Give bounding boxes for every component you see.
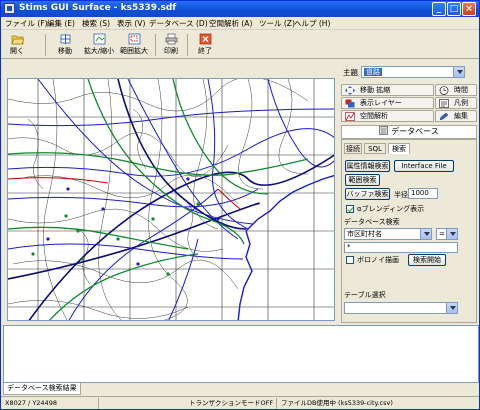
exit-icon — [199, 33, 211, 45]
range-search-button[interactable]: 範囲検索 — [345, 174, 380, 186]
close-button[interactable]: × — [462, 2, 476, 16]
maximize-button[interactable]: □ — [447, 2, 461, 16]
subtab-search[interactable]: 検索 — [388, 143, 410, 154]
menu-file[interactable]: ファイル (F) — [5, 18, 48, 29]
status-coords: X8027 / Y24498 — [3, 398, 99, 409]
radius-input[interactable]: 1000 — [408, 188, 438, 199]
radius-label: 半径 — [394, 191, 408, 199]
move-arrows-icon — [345, 86, 355, 95]
menu-tools[interactable]: ツール (Z) — [259, 18, 295, 29]
tab-spatial-analysis-label: 空間解析 — [360, 112, 388, 120]
database-panel: 接続 SQL 検索 属性情報検索 Interface File 範囲検索 バッフ… — [341, 139, 477, 323]
folder-open-icon — [10, 35, 24, 45]
subtab-connect[interactable]: 接続 — [344, 143, 362, 154]
minimize-button[interactable]: _ — [432, 2, 446, 16]
voronoi-label: ボロノイ描画 — [357, 256, 399, 264]
menu-edit[interactable]: 編集 (E) — [47, 18, 75, 29]
table-select-label: テーブル選択 — [344, 291, 386, 299]
window-title: Stims GUI Surface - ks5339.sdf — [19, 3, 177, 13]
subtab-sql[interactable]: SQL — [364, 143, 386, 154]
analysis-icon — [345, 112, 355, 121]
move-icon — [60, 34, 70, 44]
chevron-down-icon — [446, 303, 457, 313]
status-transaction: トランザクションモードOFF — [187, 398, 277, 409]
theme-label: 主題 — [343, 68, 358, 77]
menu-view[interactable]: 表示 (V) — [117, 18, 145, 29]
app-icon — [4, 3, 15, 14]
toolbar: 開く 移動 拡大/縮小 範囲拡大 印刷 終了 — [1, 31, 479, 59]
operator-select-value: = — [439, 230, 445, 238]
tab-layer-display[interactable]: 表示レイヤー — [341, 97, 434, 109]
menu-help[interactable]: ヘルプ (H) — [294, 18, 330, 29]
tab-edit[interactable]: 編集 — [435, 110, 477, 122]
tab-layer-display-label: 表示レイヤー — [360, 99, 402, 107]
tab-db-search-results[interactable]: データベース検索結果 — [3, 383, 81, 395]
chevron-down-icon — [453, 67, 464, 77]
status-filedb: ファイルDB使用中 (ks5339-city.csv) — [281, 399, 393, 407]
tab-spatial-analysis[interactable]: 空間解析 — [341, 110, 434, 122]
tab-time[interactable]: 時間 — [435, 84, 477, 96]
open-label: 開く — [10, 47, 24, 55]
range-zoom-icon — [128, 33, 140, 45]
alpha-blend-label: αブレンディング表示 — [357, 205, 425, 213]
operator-select[interactable]: = — [436, 228, 458, 240]
tab-legend[interactable]: 凡例 — [435, 97, 477, 109]
theme-select[interactable]: 道路 — [361, 66, 465, 78]
tab-legend-label: 凡例 — [454, 99, 468, 107]
print-button[interactable]: 印刷 — [161, 33, 181, 57]
layers-icon — [345, 99, 355, 108]
tab-edit-label: 編集 — [454, 112, 468, 120]
field-select-value: 市区町村名 — [347, 230, 382, 238]
move-button[interactable]: 移動 — [55, 33, 75, 57]
move-label: 移動 — [58, 47, 72, 55]
search-value-input[interactable]: * — [344, 242, 458, 253]
table-select[interactable] — [344, 302, 458, 314]
app-window: Stims GUI Surface - ks5339.sdf _ □ × ファイ… — [0, 0, 480, 410]
right-panel: 主題 道路 移動 拡縮 時間 表示レイヤー 凡例 空間解析 編集 データベース … — [339, 61, 479, 323]
tab-move-zoom[interactable]: 移動 拡縮 — [341, 84, 434, 96]
db-search-label: データベース検索 — [344, 218, 400, 226]
clock-icon — [439, 86, 449, 95]
map-canvas[interactable] — [8, 79, 335, 321]
toolbar-separator — [45, 34, 46, 56]
voronoi-checkbox[interactable] — [346, 256, 354, 264]
range-zoom-label: 範囲拡大 — [120, 47, 148, 55]
interface-file-button[interactable]: Interface File — [394, 160, 454, 172]
menu-bar: ファイル (F) 編集 (E) 検索 (S) 表示 (V) データベース (D)… — [1, 17, 479, 30]
pencil-icon — [439, 112, 449, 121]
menu-spatial-analysis[interactable]: 空間解析 (A) — [209, 18, 252, 29]
open-button[interactable]: 開く — [7, 33, 27, 57]
chevron-down-icon — [446, 229, 457, 239]
tab-time-label: 時間 — [454, 86, 468, 94]
theme-select-value: 道路 — [364, 68, 382, 76]
title-bar[interactable]: Stims GUI Surface - ks5339.sdf _ □ × — [1, 1, 479, 17]
field-select[interactable]: 市区町村名 — [344, 228, 432, 240]
database-header: データベース — [341, 125, 477, 139]
toolbar-separator — [155, 34, 156, 56]
exit-label: 終了 — [198, 47, 212, 55]
menu-search[interactable]: 検索 (S) — [82, 18, 110, 29]
exec-search-button[interactable]: 検索開始 — [408, 254, 446, 266]
toolbar-separator — [187, 34, 188, 56]
zoom-button[interactable]: 拡大/縮小 — [81, 33, 117, 57]
tab-move-zoom-label: 移動 拡縮 — [360, 86, 391, 94]
map-view[interactable] — [7, 78, 335, 321]
exit-button[interactable]: 終了 — [195, 33, 215, 57]
attr-search-button[interactable]: 属性情報検索 — [345, 160, 390, 172]
print-label: 印刷 — [164, 47, 178, 55]
printer-icon — [165, 33, 177, 45]
menu-database[interactable]: データベース (D) — [149, 18, 208, 29]
database-icon — [379, 126, 389, 135]
zoom-label: 拡大/縮小 — [83, 47, 115, 55]
range-zoom-button[interactable]: 範囲拡大 — [118, 33, 150, 57]
chevron-down-icon — [420, 229, 431, 239]
results-pane[interactable] — [3, 325, 479, 383]
legend-icon — [439, 99, 449, 108]
alpha-blend-checkbox[interactable] — [346, 205, 354, 213]
buffer-search-button[interactable]: バッファ検索 — [345, 188, 390, 200]
database-header-label: データベース — [391, 127, 439, 136]
zoom-icon — [93, 33, 105, 45]
status-bar: X8027 / Y24498 トランザクションモードOFF ファイルDB使用中 … — [1, 396, 479, 409]
